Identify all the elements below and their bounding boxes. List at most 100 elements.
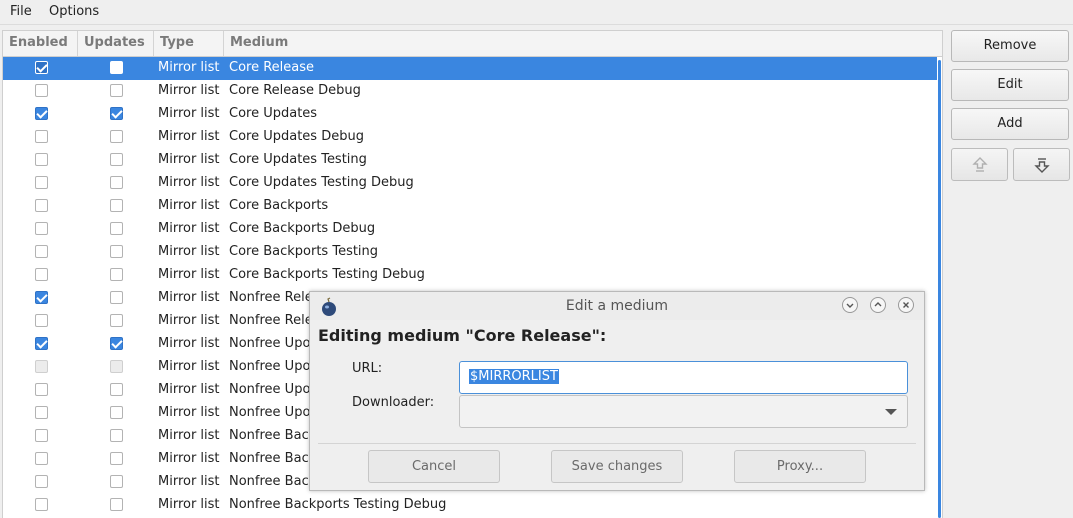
enabled-checkbox[interactable]: [35, 360, 48, 373]
table-scrollbar[interactable]: [938, 60, 941, 518]
enabled-checkbox[interactable]: [35, 245, 48, 258]
updates-checkbox[interactable]: [110, 222, 123, 235]
medium-cell: Nonfree Upo: [229, 405, 311, 420]
updates-checkbox[interactable]: [110, 383, 123, 396]
edit-medium-dialog: Edit a medium Editing medium "Core Relea…: [309, 291, 925, 491]
enabled-checkbox[interactable]: [35, 337, 48, 350]
enabled-checkbox[interactable]: [35, 383, 48, 396]
enabled-checkbox[interactable]: [35, 406, 48, 419]
medium-cell: Nonfree Upo: [229, 382, 311, 397]
enabled-checkbox[interactable]: [35, 222, 48, 235]
enabled-checkbox[interactable]: [35, 268, 48, 281]
table-row[interactable]: Mirror list Core Backports Testing: [3, 241, 937, 264]
dropdown-arrow-icon: [885, 409, 897, 415]
updates-checkbox[interactable]: [110, 360, 123, 373]
table-row[interactable]: Mirror list Core Updates Testing: [3, 149, 937, 172]
medium-cell: Core Updates Debug: [229, 129, 364, 144]
updates-checkbox[interactable]: [110, 406, 123, 419]
updates-checkbox[interactable]: [110, 245, 123, 258]
remove-button[interactable]: Remove: [951, 30, 1069, 62]
table-row[interactable]: Mirror list Core Release Debug: [3, 80, 937, 103]
enabled-checkbox[interactable]: [35, 314, 48, 327]
medium-cell: Nonfree Rele: [229, 313, 313, 328]
url-label: URL:: [352, 361, 383, 376]
type-cell: Mirror list: [158, 451, 220, 466]
enabled-checkbox[interactable]: [35, 452, 48, 465]
updates-checkbox[interactable]: [110, 291, 123, 304]
column-updates[interactable]: Updates: [78, 31, 154, 56]
enabled-checkbox[interactable]: [35, 291, 48, 304]
enabled-checkbox[interactable]: [35, 84, 48, 97]
column-type[interactable]: Type: [154, 31, 224, 56]
updates-checkbox[interactable]: [110, 429, 123, 442]
medium-cell: Core Backports Debug: [229, 221, 376, 236]
medium-cell: Core Updates: [229, 106, 318, 121]
table-row[interactable]: Mirror list Core Backports Testing Debug: [3, 264, 937, 287]
updates-checkbox[interactable]: [110, 337, 123, 350]
type-cell: Mirror list: [158, 244, 220, 259]
enabled-checkbox[interactable]: [35, 153, 48, 166]
updates-checkbox[interactable]: [110, 61, 123, 74]
menu-file[interactable]: File: [10, 4, 32, 19]
move-down-button[interactable]: [1013, 148, 1070, 181]
type-cell: Mirror list: [158, 497, 220, 512]
add-button[interactable]: Add: [951, 108, 1069, 140]
type-cell: Mirror list: [158, 221, 220, 236]
enabled-checkbox[interactable]: [35, 176, 48, 189]
enabled-checkbox[interactable]: [35, 130, 48, 143]
type-cell: Mirror list: [158, 290, 220, 305]
type-cell: Mirror list: [158, 474, 220, 489]
updates-checkbox[interactable]: [110, 268, 123, 281]
column-enabled[interactable]: Enabled: [3, 31, 78, 56]
updates-checkbox[interactable]: [110, 176, 123, 189]
table-header: Enabled Updates Type Medium: [3, 31, 942, 57]
dialog-titlebar[interactable]: Edit a medium: [310, 292, 924, 320]
url-value: $MIRRORLIST: [469, 369, 559, 384]
move-up-button[interactable]: [951, 148, 1008, 181]
enabled-checkbox[interactable]: [35, 199, 48, 212]
edit-button[interactable]: Edit: [951, 69, 1069, 101]
medium-cell: Core Release Debug: [229, 83, 361, 98]
minimize-button[interactable]: [842, 297, 858, 313]
enabled-checkbox[interactable]: [35, 475, 48, 488]
save-changes-button[interactable]: Save changes: [551, 450, 683, 483]
downloader-select[interactable]: [459, 395, 908, 428]
table-row[interactable]: Mirror list Nonfree Backports Testing Deb…: [3, 494, 937, 517]
url-field[interactable]: $MIRRORLIST: [459, 361, 908, 394]
type-cell: Mirror list: [158, 336, 220, 351]
updates-checkbox[interactable]: [110, 84, 123, 97]
medium-cell: Core Backports Testing: [229, 244, 379, 259]
dialog-separator: [318, 443, 916, 444]
enabled-checkbox[interactable]: [35, 498, 48, 511]
medium-cell: Core Release: [229, 60, 315, 75]
enabled-checkbox[interactable]: [35, 429, 48, 442]
enabled-checkbox[interactable]: [35, 107, 48, 120]
updates-checkbox[interactable]: [110, 314, 123, 327]
cancel-button[interactable]: Cancel: [368, 450, 500, 483]
proxy-button[interactable]: Proxy...: [734, 450, 866, 483]
updates-checkbox[interactable]: [110, 153, 123, 166]
type-cell: Mirror list: [158, 152, 220, 167]
downloader-label: Downloader:: [352, 395, 435, 410]
column-medium[interactable]: Medium: [224, 31, 942, 56]
table-row[interactable]: Mirror list Core Release: [3, 57, 937, 80]
table-row[interactable]: Mirror list Core Updates Testing Debug: [3, 172, 937, 195]
table-row[interactable]: Mirror list Core Backports Debug: [3, 218, 937, 241]
table-row[interactable]: Mirror list Core Backports: [3, 195, 937, 218]
updates-checkbox[interactable]: [110, 498, 123, 511]
table-row[interactable]: Mirror list Core Updates Debug: [3, 126, 937, 149]
enabled-checkbox[interactable]: [35, 61, 48, 74]
table-row[interactable]: Mirror list Core Updates: [3, 103, 937, 126]
type-cell: Mirror list: [158, 60, 220, 75]
updates-checkbox[interactable]: [110, 107, 123, 120]
maximize-button[interactable]: [870, 297, 886, 313]
type-cell: Mirror list: [158, 106, 220, 121]
updates-checkbox[interactable]: [110, 475, 123, 488]
menu-options[interactable]: Options: [49, 4, 99, 19]
medium-cell: Core Backports: [229, 198, 329, 213]
updates-checkbox[interactable]: [110, 199, 123, 212]
chevron-down-icon: [846, 303, 854, 308]
updates-checkbox[interactable]: [110, 130, 123, 143]
close-button[interactable]: [898, 297, 914, 313]
updates-checkbox[interactable]: [110, 452, 123, 465]
